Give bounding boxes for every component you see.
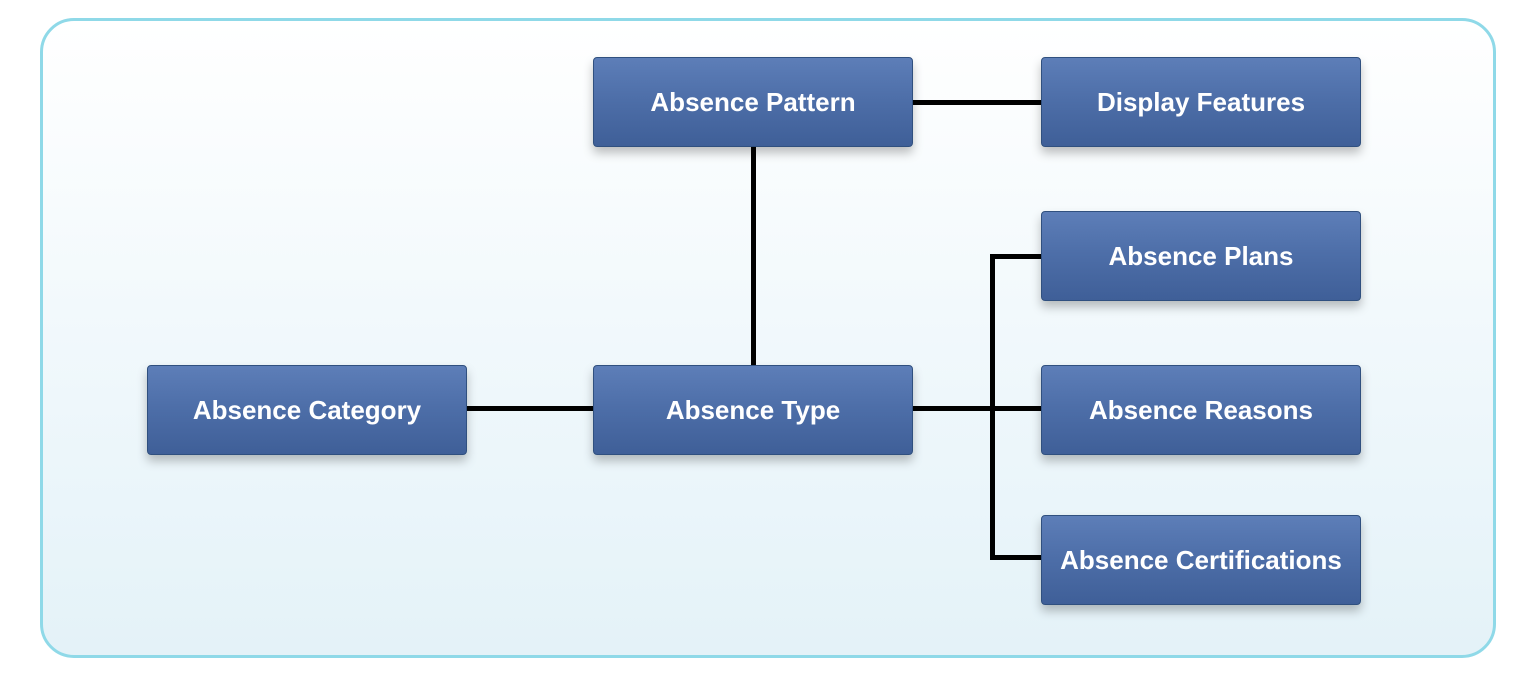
node-label: Absence Plans [1109, 241, 1294, 272]
connector-category-to-type [466, 406, 594, 411]
connector-pattern-to-displayfeatures [913, 100, 1041, 105]
node-label: Absence Category [193, 395, 421, 426]
node-absence-reasons: Absence Reasons [1041, 365, 1361, 455]
node-absence-plans: Absence Plans [1041, 211, 1361, 301]
node-label: Absence Type [666, 395, 840, 426]
connector-type-to-pattern [751, 147, 756, 365]
connector-type-trunk-right [913, 406, 995, 411]
connector-to-certifications [990, 555, 1042, 560]
node-absence-type: Absence Type [593, 365, 913, 455]
node-label: Absence Reasons [1089, 395, 1313, 426]
node-absence-category: Absence Category [147, 365, 467, 455]
node-label: Absence Certifications [1060, 545, 1342, 576]
node-label: Display Features [1097, 87, 1305, 118]
node-label: Absence Pattern [650, 87, 855, 118]
node-display-features: Display Features [1041, 57, 1361, 147]
diagram-frame: Absence Category Absence Type Absence Pa… [40, 18, 1496, 658]
connector-to-reasons [990, 406, 1042, 411]
node-absence-certifications: Absence Certifications [1041, 515, 1361, 605]
connector-to-plans [990, 254, 1042, 259]
node-absence-pattern: Absence Pattern [593, 57, 913, 147]
